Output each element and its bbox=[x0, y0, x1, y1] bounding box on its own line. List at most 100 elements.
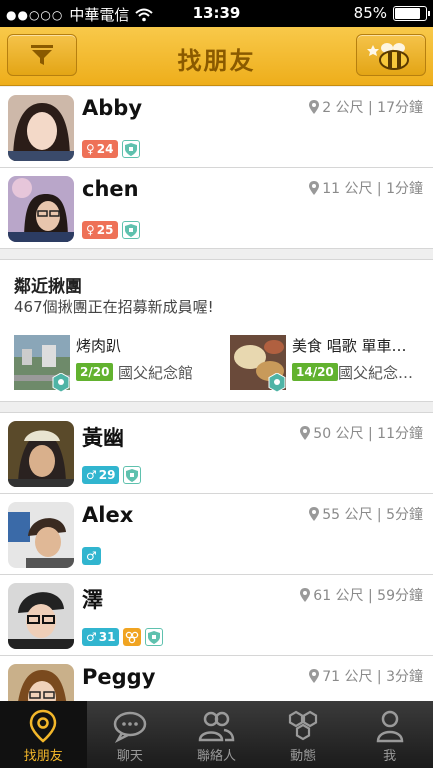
male-icon: ♂ bbox=[86, 468, 97, 482]
battery-level bbox=[395, 7, 420, 19]
user-name: 黃幽 bbox=[82, 426, 124, 450]
avatar bbox=[8, 664, 74, 701]
shield-icon bbox=[124, 142, 137, 156]
shield-icon bbox=[126, 468, 139, 482]
location-pin-icon bbox=[300, 588, 311, 602]
age-value: 29 bbox=[98, 468, 116, 482]
gender-age-badge: ♂ 31 bbox=[82, 628, 120, 646]
verified-shield-badge bbox=[145, 628, 164, 646]
gender-age-badge: ♀ 25 bbox=[82, 221, 118, 239]
hive-badge bbox=[123, 628, 142, 646]
user-distance: 61 公尺 | 59分鐘 bbox=[300, 585, 423, 605]
shield-icon bbox=[124, 223, 137, 237]
contacts-icon bbox=[199, 711, 235, 742]
user-row-peggy[interactable]: Peggy 71 公尺 | 3分鐘 bbox=[0, 656, 433, 701]
location-pin-icon bbox=[300, 426, 311, 440]
status-right: 85% bbox=[354, 4, 430, 22]
chat-bubble-icon bbox=[113, 711, 147, 743]
gender-age-badge: ♂ 29 bbox=[82, 466, 120, 484]
user-distance: 50 公尺 | 11分鐘 bbox=[300, 423, 423, 443]
group-card-bbq[interactable]: 烤肉趴 2/20 國父紀念館 bbox=[14, 335, 214, 393]
male-icon: ♂ bbox=[86, 549, 97, 563]
nearby-groups-section[interactable]: 鄰近揪團 467個揪團正在招募新成員喔! 烤肉趴 2/20 國父紀念館 美食 唱… bbox=[0, 260, 433, 402]
avatar bbox=[8, 421, 74, 487]
member-count-badge: 14/20 bbox=[292, 363, 338, 381]
female-icon: ♀ bbox=[86, 223, 95, 237]
verified-shield-badge bbox=[121, 221, 140, 239]
user-row-abby[interactable]: Abby 2 公尺 | 17分鐘 ♀ 24 bbox=[0, 87, 433, 168]
tab-activity[interactable]: 動態 bbox=[260, 701, 347, 768]
user-badges: ♂ bbox=[82, 547, 101, 565]
location-pin-icon bbox=[30, 709, 57, 743]
distance-text: 50 公尺 | 11分鐘 bbox=[313, 426, 423, 442]
user-badges: ♂ 31 bbox=[82, 628, 164, 646]
group-name: 烤肉趴 bbox=[76, 337, 122, 355]
group-place: 國父紀念… bbox=[338, 364, 414, 382]
user-name: Alex bbox=[82, 503, 134, 527]
nav-bar: 找朋友 bbox=[0, 27, 433, 86]
user-distance: 71 公尺 | 3分鐘 bbox=[309, 666, 423, 686]
section-title: 鄰近揪團 bbox=[14, 277, 82, 297]
status-bar: ●●○○○ 中華電信 13:39 85% bbox=[0, 0, 433, 27]
male-icon: ♂ bbox=[86, 630, 97, 644]
group-place: 國父紀念館 bbox=[118, 364, 194, 382]
tab-label: 聊天 bbox=[116, 749, 143, 764]
distance-text: 55 公尺 | 5分鐘 bbox=[322, 507, 423, 523]
battery-icon bbox=[393, 5, 430, 21]
avatar bbox=[8, 502, 74, 568]
honeycomb-icon bbox=[126, 631, 139, 643]
tab-label: 動態 bbox=[290, 749, 317, 764]
friend-list[interactable]: Abby 2 公尺 | 17分鐘 ♀ 24 chen 11 公尺 | 1分鐘 ♀… bbox=[0, 87, 433, 701]
female-icon: ♀ bbox=[86, 142, 95, 156]
user-row-huang[interactable]: 黃幽 50 公尺 | 11分鐘 ♂ 29 bbox=[0, 413, 433, 494]
section-subtitle: 467個揪團正在招募新成員喔! bbox=[14, 298, 214, 316]
tab-contacts[interactable]: 聯絡人 bbox=[173, 701, 260, 768]
user-row-ze[interactable]: 澤 61 公尺 | 59分鐘 ♂ 31 bbox=[0, 575, 433, 656]
age-value: 25 bbox=[96, 223, 114, 237]
avatar bbox=[8, 95, 74, 161]
distance-text: 71 公尺 | 3分鐘 bbox=[322, 669, 423, 685]
user-distance: 55 公尺 | 5分鐘 bbox=[309, 504, 423, 524]
verified-shield-badge bbox=[121, 140, 140, 158]
user-badges: ♀ 25 bbox=[82, 221, 140, 239]
tab-label: 我 bbox=[383, 749, 397, 764]
avatar bbox=[8, 583, 74, 649]
distance-text: 61 公尺 | 59分鐘 bbox=[313, 588, 423, 604]
bee-buzz-button[interactable] bbox=[356, 34, 426, 76]
user-badges: ♀ 24 bbox=[82, 140, 140, 158]
location-pin-icon bbox=[309, 181, 320, 195]
gender-age-badge: ♀ 24 bbox=[82, 140, 118, 158]
age-value: 24 bbox=[96, 142, 114, 156]
location-pin-icon bbox=[309, 507, 320, 521]
hex-location-icon bbox=[52, 373, 70, 393]
location-pin-icon bbox=[309, 669, 320, 683]
hexagons-icon bbox=[288, 710, 318, 741]
user-name: Abby bbox=[82, 96, 143, 120]
person-icon bbox=[376, 710, 403, 743]
distance-text: 2 公尺 | 17分鐘 bbox=[322, 100, 423, 116]
verified-shield-badge bbox=[123, 466, 142, 484]
location-pin-icon bbox=[309, 100, 320, 114]
gender-badge: ♂ bbox=[82, 547, 101, 565]
distance-text: 11 公尺 | 1分鐘 bbox=[322, 181, 423, 197]
user-distance: 11 公尺 | 1分鐘 bbox=[309, 178, 423, 198]
age-value: 31 bbox=[98, 630, 116, 644]
tab-bar: 找朋友 聊天 聯絡人 動態 我 bbox=[0, 701, 433, 768]
avatar bbox=[8, 176, 74, 242]
member-count-badge: 2/20 bbox=[76, 363, 114, 381]
user-row-alex[interactable]: Alex 55 公尺 | 5分鐘 ♂ bbox=[0, 494, 433, 575]
tab-me[interactable]: 我 bbox=[346, 701, 433, 768]
tab-label: 找朋友 bbox=[23, 749, 63, 764]
user-distance: 2 公尺 | 17分鐘 bbox=[309, 97, 423, 117]
section-divider bbox=[0, 249, 433, 260]
tab-find-friends[interactable]: 找朋友 bbox=[0, 701, 87, 768]
user-name: Peggy bbox=[82, 665, 156, 689]
user-row-chen[interactable]: chen 11 公尺 | 1分鐘 ♀ 25 bbox=[0, 168, 433, 249]
tab-label: 聯絡人 bbox=[196, 749, 236, 764]
tab-chat[interactable]: 聊天 bbox=[87, 701, 174, 768]
group-card-food-karaoke[interactable]: 美食 唱歌 單車… 14/20 國父紀念… bbox=[230, 335, 430, 393]
user-name: chen bbox=[82, 177, 139, 201]
bee-icon bbox=[367, 43, 409, 70]
shield-icon bbox=[148, 630, 161, 644]
user-name: 澤 bbox=[82, 588, 103, 612]
